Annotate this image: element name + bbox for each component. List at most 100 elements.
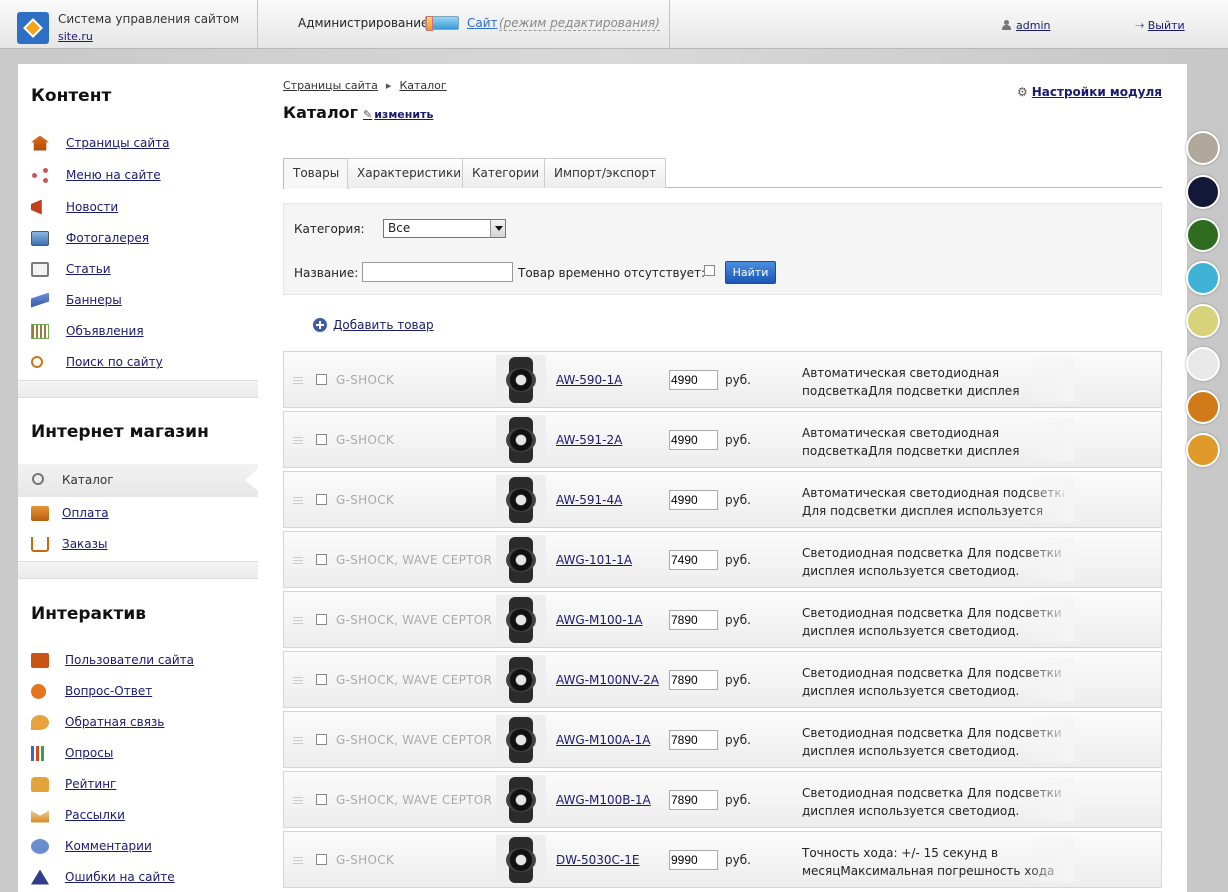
edit-mode-label[interactable]: (режим редактирования) [499,16,660,31]
drag-handle-icon[interactable] [293,797,303,804]
tab-import-export[interactable]: Импорт/экспорт [544,158,667,188]
product-sku-link[interactable]: AWG-M100NV-2A [556,673,659,687]
drag-handle-icon[interactable] [293,497,303,504]
drag-handle-icon[interactable] [293,437,303,444]
drag-handle-icon[interactable] [293,857,303,864]
breadcrumb-link-pages[interactable]: Страницы сайта [283,79,378,92]
row-checkbox[interactable] [316,674,327,685]
sidebar-item-feedback[interactable]: Обратная связь [31,713,164,731]
sidebar-item-menu[interactable]: Меню на сайте [31,166,161,184]
row-checkbox[interactable] [316,494,327,505]
price-input[interactable] [669,490,718,510]
add-product-link[interactable]: Добавить товар [333,318,434,332]
sidebar-item-rating[interactable]: Рейтинг [31,775,116,793]
breadcrumb-link-catalog[interactable]: Каталог [399,79,446,92]
row-checkbox[interactable] [316,794,327,805]
price-input[interactable] [669,430,718,450]
product-sku-link[interactable]: DW-5030C-1E [556,853,639,867]
product-thumbnail[interactable] [496,415,546,465]
product-thumbnail[interactable] [496,535,546,585]
tab-products[interactable]: Товары [283,158,350,189]
sidebar-item-label[interactable]: Обратная связь [65,715,164,729]
name-input[interactable] [362,262,513,282]
sidebar-item-label[interactable]: Ошибки на сайте [65,870,175,884]
price-input[interactable] [669,790,718,810]
user-link[interactable]: admin [1016,19,1050,32]
sidebar-item-catalog[interactable]: Каталог [18,464,259,497]
product-sku-link[interactable]: AW-590-1A [556,373,622,387]
out-of-stock-checkbox[interactable] [704,265,715,276]
sidebar-item-label[interactable]: Оплата [62,506,109,520]
sidebar-item-polls[interactable]: Опросы [31,744,113,762]
sidebar-item-gallery[interactable]: Фотогалерея [31,229,149,247]
drag-handle-icon[interactable] [293,677,303,684]
sidebar-item-label[interactable]: Пользователи сайта [65,653,194,667]
cms-logo-icon[interactable] [17,12,49,44]
theme-swatch[interactable] [1186,390,1220,424]
sidebar-item-news[interactable]: Новости [31,198,118,216]
row-checkbox[interactable] [316,374,327,385]
product-sku-link[interactable]: AWG-M100A-1A [556,733,650,747]
sidebar-item-label[interactable]: Опросы [65,746,113,760]
product-sku-link[interactable]: AW-591-2A [556,433,622,447]
drag-handle-icon[interactable] [293,557,303,564]
price-input[interactable] [669,370,718,390]
drag-handle-icon[interactable] [293,617,303,624]
product-thumbnail[interactable] [496,595,546,645]
sidebar-item-users[interactable]: Пользователи сайта [31,651,194,669]
drag-handle-icon[interactable] [293,377,303,384]
sidebar-item-banners[interactable]: Баннеры [31,291,122,309]
product-thumbnail[interactable] [496,835,546,885]
site-domain-link[interactable]: site.ru [58,28,239,45]
price-input[interactable] [669,730,718,750]
sidebar-item-label[interactable]: Страницы сайта [66,136,170,150]
price-input[interactable] [669,550,718,570]
sidebar-item-label[interactable]: Баннеры [66,293,122,307]
sidebar-item-label[interactable]: Новости [66,200,118,214]
theme-swatch[interactable] [1186,175,1220,209]
product-sku-link[interactable]: AWG-M100-1A [556,613,642,627]
sidebar-item-label[interactable]: Меню на сайте [66,168,161,182]
tab-characteristics[interactable]: Характеристики [347,158,472,188]
product-sku-link[interactable]: AWG-M100B-1A [556,793,651,807]
product-thumbnail[interactable] [496,475,546,525]
price-input[interactable] [669,850,718,870]
sidebar-item-comments[interactable]: Комментарии [31,837,152,855]
sidebar-item-label[interactable]: Поиск по сайту [66,355,163,369]
module-settings-link[interactable]: Настройки модуля [1032,85,1162,99]
sidebar-item-label[interactable]: Фотогалерея [66,231,149,245]
sidebar-item-articles[interactable]: Статьи [31,260,111,278]
logout-link[interactable]: Выйти [1148,19,1185,32]
drag-handle-icon[interactable] [293,737,303,744]
sidebar-item-ads[interactable]: Объявления [31,322,144,340]
sidebar-item-label[interactable]: Рейтинг [65,777,116,791]
category-select[interactable]: Все [383,219,506,238]
sidebar-item-label[interactable]: Вопрос-Ответ [65,684,152,698]
mode-toggle-switch[interactable] [425,16,459,31]
price-input[interactable] [669,610,718,630]
row-checkbox[interactable] [316,614,327,625]
theme-swatch[interactable] [1186,131,1220,165]
product-thumbnail[interactable] [496,715,546,765]
row-checkbox[interactable] [316,854,327,865]
product-thumbnail[interactable] [496,355,546,405]
site-mode-link[interactable]: Сайт [467,16,498,30]
sidebar-item-mailing[interactable]: Рассылки [31,806,125,824]
sidebar-item-label[interactable]: Статьи [66,262,111,276]
tab-categories[interactable]: Категории [462,158,550,188]
sidebar-item-label[interactable]: Комментарии [65,839,152,853]
product-thumbnail[interactable] [496,655,546,705]
theme-swatch[interactable] [1186,261,1220,295]
find-button[interactable]: Найти [725,261,776,284]
theme-swatch[interactable] [1186,304,1220,338]
module-settings[interactable]: ⚙ Настройки модуля [1017,85,1162,99]
sidebar-item-payment[interactable]: Оплата [31,504,109,522]
chevron-down-icon[interactable] [490,220,505,237]
theme-swatch[interactable] [1186,433,1220,467]
sidebar-item-pages[interactable]: Страницы сайта [31,134,170,152]
product-sku-link[interactable]: AW-591-4A [556,493,622,507]
row-checkbox[interactable] [316,734,327,745]
theme-swatch[interactable] [1186,347,1220,381]
sidebar-item-errors[interactable]: Ошибки на сайте [31,868,175,886]
product-thumbnail[interactable] [496,775,546,825]
